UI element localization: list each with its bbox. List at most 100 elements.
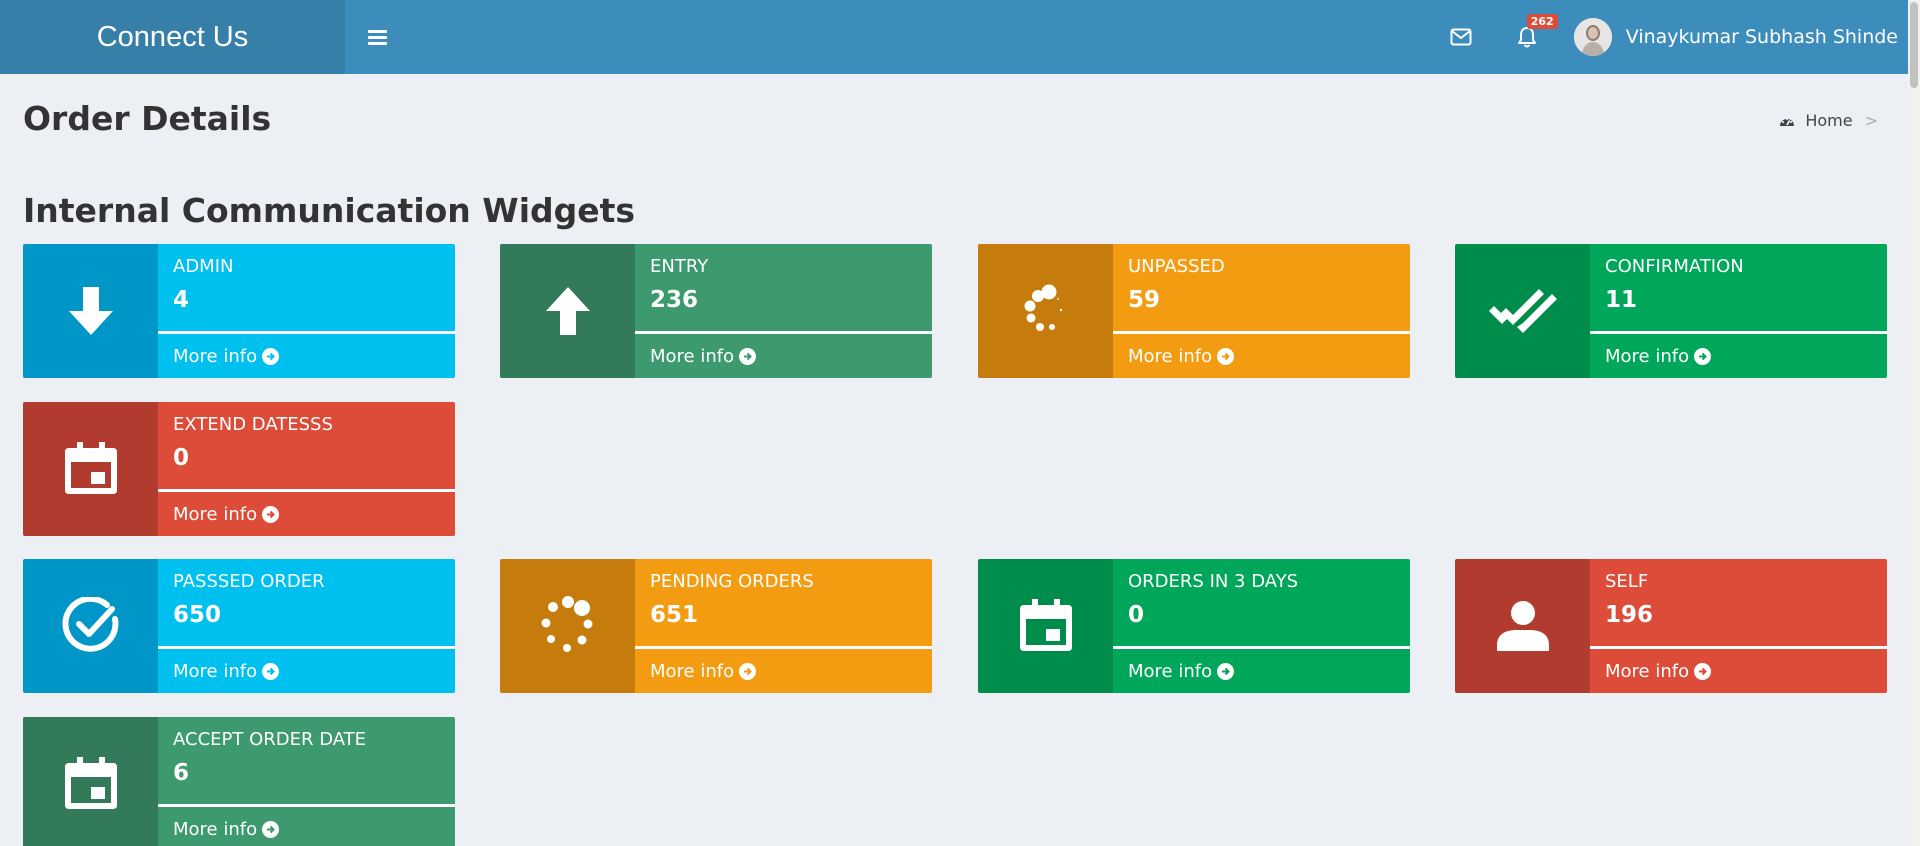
info-box-icon — [978, 244, 1113, 378]
envelope-icon — [1450, 28, 1472, 46]
info-box-icon — [23, 402, 158, 536]
arrow-circle-right-icon — [739, 662, 757, 680]
more-info-link[interactable]: More info — [635, 649, 932, 693]
notification-count-badge: 262 — [1526, 14, 1558, 29]
arrow-circle-right-icon — [739, 347, 757, 365]
info-box-icon — [1455, 559, 1590, 693]
logo[interactable]: Connect Us — [0, 0, 345, 74]
info-box-icon — [23, 244, 158, 378]
page-title: Order Details — [23, 99, 272, 138]
info-box-admin: ADMIN 4 More info — [23, 244, 455, 378]
spinner-icon — [1024, 284, 1062, 331]
arrow-up-icon — [545, 287, 590, 335]
arrow-circle-right-icon — [262, 662, 280, 680]
arrow-down-icon — [68, 287, 113, 335]
sidebar-toggle-button[interactable] — [345, 0, 409, 74]
info-box-pending-orders: PENDING ORDERS 651 More info — [500, 559, 932, 693]
arrow-circle-right-icon — [1694, 347, 1712, 365]
info-box-label: ADMIN — [173, 256, 234, 277]
section-title: Internal Communication Widgets — [23, 191, 636, 230]
info-box-label: UNPASSED — [1128, 256, 1225, 277]
messages-button[interactable] — [1428, 0, 1494, 74]
breadcrumb-separator: > — [1864, 111, 1878, 130]
info-box-confirmation: CONFIRMATION 11 More info — [1455, 244, 1887, 378]
info-box-self: SELF 196 More info — [1455, 559, 1887, 693]
info-box-icon — [500, 244, 635, 378]
info-box-number: 11 — [1605, 287, 1638, 313]
breadcrumb: Home > — [1779, 111, 1878, 130]
info-box-label: SELF — [1605, 571, 1649, 592]
calendar-icon — [64, 757, 117, 809]
more-info-link[interactable]: More info — [1113, 334, 1410, 378]
scrollbar-thumb[interactable] — [1910, 2, 1918, 88]
arrow-circle-right-icon — [1694, 662, 1712, 680]
info-box-entry: ENTRY 236 More info — [500, 244, 932, 378]
more-info-link[interactable]: More info — [158, 649, 455, 693]
arrow-circle-right-icon — [262, 505, 280, 523]
more-info-link[interactable]: More info — [158, 492, 455, 536]
more-info-link[interactable]: More info — [1113, 649, 1410, 693]
arrow-circle-right-icon — [262, 347, 280, 365]
info-box-icon — [1455, 244, 1590, 378]
more-info-label: More info — [173, 503, 258, 525]
user-menu[interactable]: Vinaykumar Subhash Shinde — [1560, 0, 1900, 74]
more-info-label: More info — [173, 818, 258, 840]
more-info-link[interactable]: More info — [158, 334, 455, 378]
more-info-label: More info — [1605, 660, 1690, 682]
user-icon — [1496, 601, 1549, 651]
spinner-icon — [541, 596, 592, 652]
top-navbar: Connect Us 262 Vinaykumar Subhash Shinde — [0, 0, 1908, 74]
navbar-right: 262 Vinaykumar Subhash Shinde — [1428, 0, 1908, 74]
more-info-label: More info — [1605, 345, 1690, 367]
more-info-link[interactable]: More info — [158, 807, 455, 846]
more-info-label: More info — [1128, 660, 1213, 682]
double-check-icon — [1488, 289, 1557, 333]
info-box-unpassed: UNPASSED 59 More info — [978, 244, 1410, 378]
check-circle-icon — [61, 597, 118, 652]
more-info-link[interactable]: More info — [1590, 649, 1887, 693]
calendar-icon — [64, 442, 117, 494]
info-box-label: ACCEPT ORDER DATE — [173, 729, 367, 750]
more-info-link[interactable]: More info — [635, 334, 932, 378]
breadcrumb-home-label: Home — [1805, 111, 1853, 130]
hamburger-icon — [367, 29, 387, 45]
more-info-label: More info — [1128, 345, 1213, 367]
more-info-label: More info — [650, 660, 735, 682]
more-info-label: More info — [173, 660, 258, 682]
bell-icon — [1517, 27, 1536, 48]
calendar-icon — [1019, 599, 1072, 651]
info-box-label: CONFIRMATION — [1605, 256, 1744, 277]
info-box-icon — [978, 559, 1113, 693]
info-box-label: ORDERS IN 3 DAYS — [1128, 571, 1299, 592]
info-box-number: 236 — [650, 287, 699, 313]
info-box-icon — [23, 559, 158, 693]
info-box-number: 196 — [1605, 602, 1654, 628]
more-info-link[interactable]: More info — [1590, 334, 1887, 378]
info-box-number: 650 — [173, 602, 222, 628]
user-name: Vinaykumar Subhash Shinde — [1625, 26, 1898, 48]
dashboard-icon — [1780, 117, 1795, 126]
info-box-label: PASSSED ORDER — [173, 571, 325, 592]
info-box-passed-order: PASSSED ORDER 650 More info — [23, 559, 455, 693]
notifications-button[interactable]: 262 — [1494, 0, 1560, 74]
arrow-circle-right-icon — [1217, 347, 1235, 365]
info-box-number: 4 — [173, 287, 190, 313]
more-info-label: More info — [650, 345, 735, 367]
avatar — [1573, 18, 1612, 56]
arrow-circle-right-icon — [1217, 662, 1235, 680]
more-info-label: More info — [173, 345, 258, 367]
info-box-orders-in-3-days: ORDERS IN 3 DAYS 0 More info — [978, 559, 1410, 693]
info-box-number: 59 — [1128, 287, 1161, 313]
breadcrumb-home-link[interactable]: Home — [1779, 111, 1853, 130]
page-scrollbar[interactable] — [1908, 0, 1920, 846]
arrow-circle-right-icon — [262, 820, 280, 838]
info-box-label: PENDING ORDERS — [650, 571, 814, 592]
info-box-extend-dates: EXTEND DATESSS 0 More info — [23, 402, 455, 536]
info-box-number: 6 — [173, 760, 190, 786]
info-box-label: EXTEND DATESSS — [173, 414, 333, 435]
info-box-number: 651 — [650, 602, 699, 628]
info-box-number: 0 — [173, 445, 190, 471]
info-box-icon — [500, 559, 635, 693]
info-box-number: 0 — [1128, 602, 1145, 628]
info-box-label: ENTRY — [650, 256, 709, 277]
